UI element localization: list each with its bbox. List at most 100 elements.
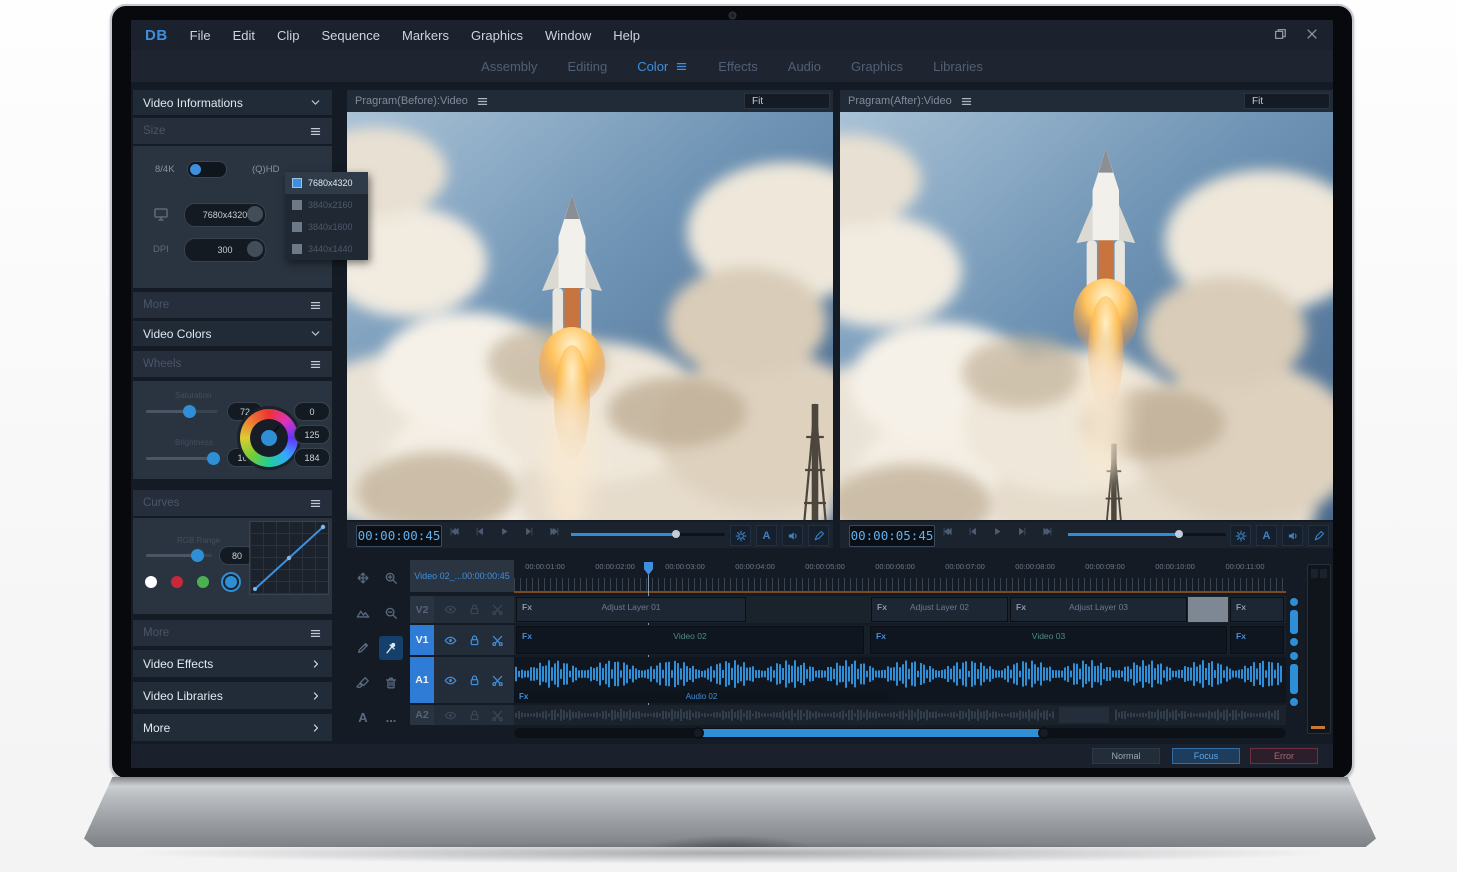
prev-frame-button[interactable] [474,526,485,537]
curve-channel-blue[interactable] [225,576,237,588]
scissors-icon[interactable] [491,709,504,722]
skip-end-button[interactable] [549,526,560,537]
dpi-stepper-button[interactable] [247,241,263,257]
tab-editing[interactable]: Editing [567,59,607,74]
play-button[interactable] [499,526,510,537]
settings-button[interactable] [1230,525,1251,546]
tab-color[interactable]: Color [637,59,688,74]
resolution-stepper-button[interactable] [247,206,263,222]
brush-tool[interactable] [351,671,375,695]
gain-slider[interactable] [1290,610,1298,634]
menu-clip[interactable]: Clip [277,28,299,43]
sidebar-item-video-effects[interactable]: Video Effects [133,650,332,677]
auto-button[interactable]: A [756,525,777,546]
zoom-out-tool[interactable] [379,601,403,625]
auto-button[interactable]: A [1256,525,1277,546]
color-wheel[interactable] [240,409,298,467]
gain-handle[interactable] [1290,598,1298,606]
delete-tool[interactable] [379,671,403,695]
tab-libraries[interactable]: Libraries [933,59,983,74]
saturation-slider-knob[interactable] [183,405,196,418]
more-tools[interactable]: ... [379,706,403,730]
zoom-in-tool[interactable] [379,566,403,590]
lock-icon[interactable] [468,634,481,647]
curve-channel-white[interactable] [145,576,157,588]
clip-adjust-layer-02[interactable]: Fx Adjust Layer 02 [871,597,1008,622]
skip-start-button[interactable] [449,526,460,537]
mask-tool[interactable] [351,601,375,625]
section-menu-icon[interactable] [309,497,322,510]
menu-help[interactable]: Help [613,28,640,43]
scrollbar-right-handle[interactable] [1038,727,1050,739]
lock-icon[interactable] [468,603,481,616]
resolution-toggle[interactable] [187,161,227,178]
play-button[interactable] [992,526,1003,537]
track-id[interactable]: A2 [410,705,434,725]
status-normal-button[interactable]: Normal [1092,748,1160,764]
dpi-select[interactable]: 300 [184,238,266,262]
scrollbar-thumb[interactable] [697,729,1045,737]
clip-video-03[interactable]: Fx Video 03 [870,626,1227,654]
scissors-icon[interactable] [491,674,504,687]
skip-end-button[interactable] [1042,526,1053,537]
menu-markers[interactable]: Markers [402,28,449,43]
lock-icon[interactable] [468,674,481,687]
gain-handle[interactable] [1290,698,1298,706]
eye-icon[interactable] [444,674,457,687]
track-id[interactable]: V1 [410,625,434,655]
next-frame-button[interactable] [1017,526,1028,537]
section-menu-icon[interactable] [309,358,322,371]
playback-scrubber[interactable] [571,533,725,536]
section-more-mid[interactable]: More [133,620,332,646]
section-menu-icon[interactable] [309,627,322,640]
color-wheel-knob[interactable] [261,430,277,446]
timeline-horizontal-scrollbar[interactable] [514,728,1286,738]
fit-dropdown[interactable]: Fit [744,93,830,109]
pencil-tool[interactable] [351,636,375,660]
rgb-range-slider[interactable] [146,554,212,557]
fit-dropdown[interactable]: Fit [1244,93,1330,109]
move-tool[interactable] [351,566,375,590]
audio-clip-label-strip[interactable]: Fx Audio 02 [514,691,889,703]
timeline-clip-title[interactable]: Video 02_...00:00:00:45 [410,560,514,592]
track-id[interactable]: A1 [410,657,434,703]
clip-video-02[interactable]: Fx Video 02 [516,626,864,654]
clip-selection-block[interactable] [1188,597,1228,622]
tab-assembly[interactable]: Assembly [481,59,537,74]
menu-graphics[interactable]: Graphics [471,28,523,43]
menu-file[interactable]: File [190,28,211,43]
audio-waveform-muted[interactable] [514,705,1286,725]
timeline-tick-band[interactable] [514,578,1286,593]
audio-button[interactable] [782,525,803,546]
status-error-button[interactable]: Error [1250,748,1318,764]
playback-scrubber[interactable] [1068,533,1226,536]
resolution-select[interactable]: 7680x4320 [184,203,266,227]
rgb-range-slider-knob[interactable] [191,549,204,562]
scrollbar-left-handle[interactable] [692,727,704,739]
curve-graph[interactable] [249,521,329,595]
tab-audio[interactable]: Audio [788,59,821,74]
annotate-button[interactable] [1308,525,1329,546]
eye-icon[interactable] [444,603,457,616]
viewer-menu-icon[interactable] [960,95,973,108]
audio-button[interactable] [1282,525,1303,546]
chevron-down-icon[interactable] [309,327,322,340]
resolution-option-3840x1600[interactable]: 3840x1600 [285,216,368,238]
annotate-button[interactable] [808,525,829,546]
chevron-down-icon[interactable] [309,96,322,109]
sidebar-item-more[interactable]: More [133,714,332,741]
tab-graphics[interactable]: Graphics [851,59,903,74]
section-wheels[interactable]: Wheels [133,351,332,377]
lock-icon[interactable] [468,709,481,722]
scrubber-knob[interactable] [1175,530,1183,538]
timeline-ruler[interactable]: 00:00:01:00 00:00:02:00 00:00:03:00 00:0… [510,562,1282,577]
section-menu-icon[interactable] [309,125,322,138]
text-tool[interactable]: A [351,706,375,730]
status-focus-button[interactable]: Focus [1172,748,1240,764]
close-window-icon[interactable] [1305,27,1319,41]
sidebar-item-video-libraries[interactable]: Video Libraries [133,682,332,709]
eye-icon[interactable] [444,634,457,647]
panel-video-informations[interactable]: Video Informations [133,90,332,115]
menu-window[interactable]: Window [545,28,591,43]
menu-edit[interactable]: Edit [233,28,255,43]
